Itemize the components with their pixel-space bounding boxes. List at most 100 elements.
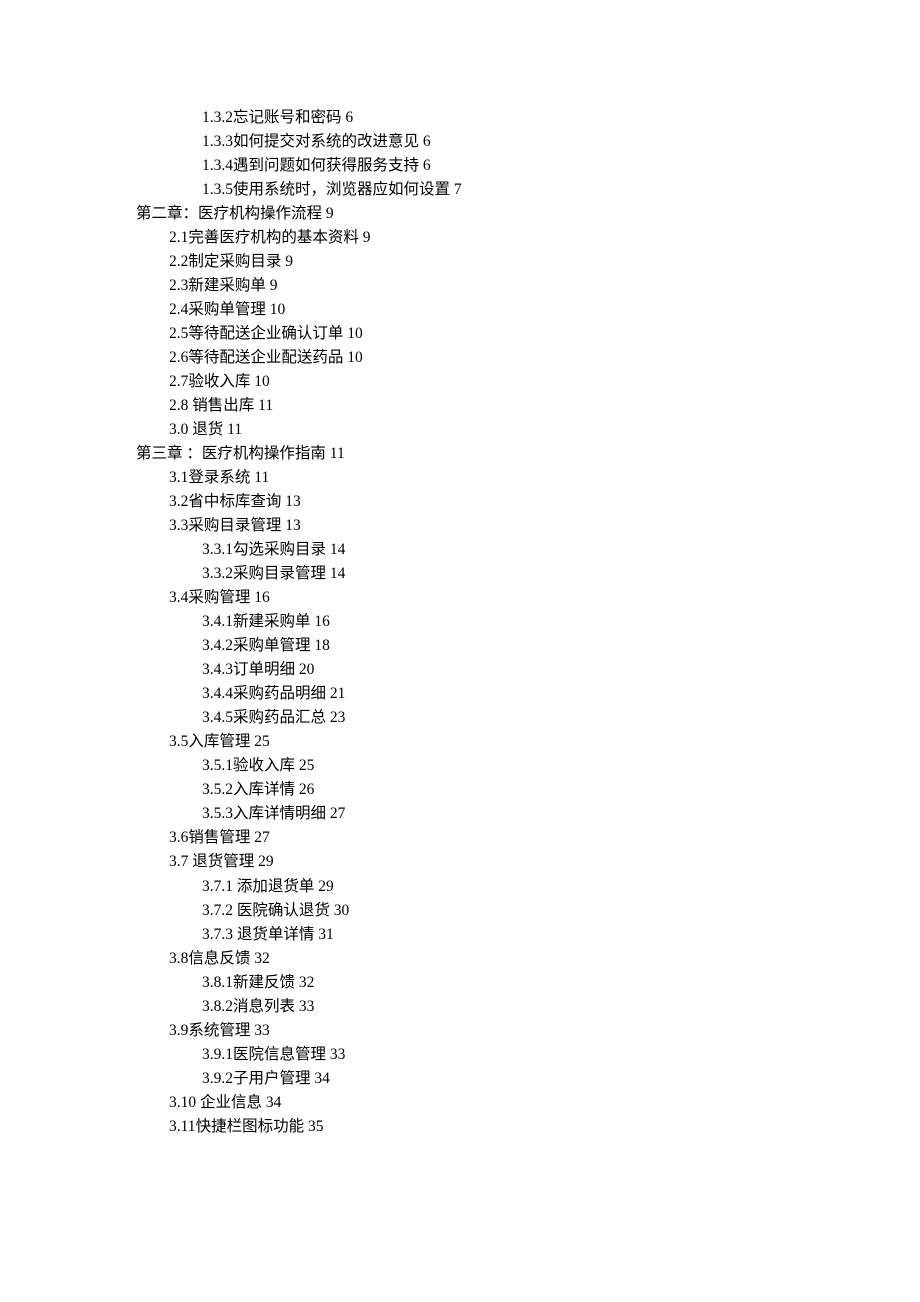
- toc-entry-number: 3.4: [169, 589, 188, 606]
- toc-entry-number: 2.3: [169, 277, 188, 294]
- toc-entry-title: 退货管理: [192, 853, 254, 870]
- toc-entry-title: 入库管理: [188, 733, 250, 750]
- toc-entry-number: 2.8: [169, 397, 192, 414]
- toc-entry-number: 2.7: [169, 373, 188, 390]
- toc-entry: 3.7.1 添加退货单 29: [136, 875, 796, 899]
- toc-entry-number: 2.1: [169, 229, 188, 246]
- toc-entry-number: 3.5.1: [202, 757, 233, 774]
- toc-entry: 3.9系统管理 33: [136, 1019, 796, 1043]
- toc-entry: 3.7.2 医院确认退货 30: [136, 899, 796, 923]
- toc-entry-page: 18: [314, 637, 330, 654]
- toc-entry: 1.3.5使用系统时，浏览器应如何设置 7: [136, 178, 796, 202]
- toc-entry-title: 入库详情明细: [233, 805, 326, 822]
- toc-entry-page: 27: [330, 805, 346, 822]
- toc-entry-number: 2.2: [169, 253, 188, 270]
- toc-entry-title: 等待配送企业确认订单: [188, 325, 343, 342]
- toc-entry-number: 3.1: [169, 469, 188, 486]
- toc-entry: 2.4采购单管理 10: [136, 298, 796, 322]
- toc-entry-page: 6: [423, 157, 431, 174]
- toc-entry-number: 3.3.1: [202, 541, 233, 558]
- toc-entry-number: 3.11: [169, 1118, 196, 1135]
- toc-entry-page: 10: [270, 301, 286, 318]
- toc-entry-page: 14: [330, 565, 346, 582]
- toc-entry: 2.8 销售出库 11: [136, 394, 796, 418]
- toc-entry: 1.3.4遇到问题如何获得服务支持 6: [136, 154, 796, 178]
- toc-entry-page: 10: [254, 373, 270, 390]
- toc-entry: 2.7验收入库 10: [136, 370, 796, 394]
- toc-entry: 3.4.5采购药品汇总 23: [136, 706, 796, 730]
- toc-entry: 3.4采购管理 16: [136, 586, 796, 610]
- toc-entry-page: 25: [254, 733, 270, 750]
- toc-entry-page: 27: [254, 829, 270, 846]
- toc-entry-title: 省中标库查询: [188, 493, 281, 510]
- toc-entry-title: 销售出库: [192, 397, 254, 414]
- toc-entry-page: 33: [299, 998, 315, 1015]
- toc-entry: 3.0 退货 11: [136, 418, 796, 442]
- toc-entry-page: 7: [454, 181, 462, 198]
- toc-entry-number: 3.8.1: [202, 974, 233, 991]
- toc-entry-page: 20: [299, 661, 315, 678]
- toc-entry-title: 信息反馈: [188, 950, 250, 967]
- toc-entry-number: 3.9.2: [202, 1070, 233, 1087]
- toc-entry-title: 销售管理: [188, 829, 250, 846]
- toc-entry-page: 21: [330, 685, 346, 702]
- toc-entry-number: 3.0: [169, 421, 192, 438]
- toc-entry-title: 系统管理: [188, 1022, 250, 1039]
- toc-entry-number: 3.7.1: [202, 878, 237, 895]
- toc-entry-number: 2.4: [169, 301, 188, 318]
- toc-entry-number: 3.3: [169, 517, 188, 534]
- toc-entry-title: 订单明细: [233, 661, 295, 678]
- toc-entry-number: 1.3.5: [202, 181, 233, 198]
- toc-entry-number: 2.5: [169, 325, 188, 342]
- toc-entry: 3.3.2采购目录管理 14: [136, 562, 796, 586]
- toc-entry: 3.11快捷栏图标功能 35: [136, 1115, 796, 1139]
- toc-entry-number: 3.9.1: [202, 1046, 233, 1063]
- toc-entry: 3.4.1新建采购单 16: [136, 610, 796, 634]
- toc-entry-page: 10: [347, 325, 363, 342]
- toc-entry: 1.3.2忘记账号和密码 6: [136, 106, 796, 130]
- toc-entry-title: 采购目录管理: [188, 517, 281, 534]
- toc-entry-number: 3.4.5: [202, 709, 233, 726]
- toc-entry-number: 3.5.3: [202, 805, 233, 822]
- toc-entry-page: 25: [299, 757, 315, 774]
- toc-entry-title: 采购单管理: [233, 637, 311, 654]
- toc-entry-page: 33: [330, 1046, 346, 1063]
- toc-entry: 3.3采购目录管理 13: [136, 514, 796, 538]
- toc-entry-page: 9: [285, 253, 293, 270]
- table-of-contents: 1.3.2忘记账号和密码 61.3.3如何提交对系统的改进意见 61.3.4遇到…: [136, 106, 796, 1139]
- toc-entry-page: 11: [227, 421, 242, 438]
- toc-entry: 3.8.2消息列表 33: [136, 995, 796, 1019]
- toc-entry-title: 验收入库: [233, 757, 295, 774]
- toc-entry-number: 3.7.3: [202, 926, 237, 943]
- toc-entry-page: 9: [326, 205, 334, 222]
- toc-entry-page: 34: [266, 1094, 282, 1111]
- toc-entry: 3.5.1验收入库 25: [136, 754, 796, 778]
- document-page: 1.3.2忘记账号和密码 61.3.3如何提交对系统的改进意见 61.3.4遇到…: [0, 0, 920, 1302]
- toc-entry-title: 消息列表: [233, 998, 295, 1015]
- toc-entry-title: 采购药品明细: [233, 685, 326, 702]
- toc-entry-title: 添加退货单: [237, 878, 315, 895]
- toc-entry-title: 忘记账号和密码: [233, 109, 342, 126]
- toc-entry-number: 3.4.2: [202, 637, 233, 654]
- toc-entry-page: 6: [345, 109, 353, 126]
- toc-entry-page: 32: [254, 950, 270, 967]
- toc-entry-number: 3.4.1: [202, 613, 233, 630]
- toc-entry-title: 新建采购单: [233, 613, 311, 630]
- toc-entry-page: 30: [334, 902, 350, 919]
- toc-entry: 3.8信息反馈 32: [136, 947, 796, 971]
- toc-entry-page: 31: [318, 926, 334, 943]
- toc-entry: 3.9.1医院信息管理 33: [136, 1043, 796, 1067]
- toc-entry-title: 等待配送企业配送药品: [188, 349, 343, 366]
- toc-entry-number: 2.6: [169, 349, 188, 366]
- toc-entry-page: 9: [363, 229, 371, 246]
- toc-entry: 3.4.4采购药品明细 21: [136, 682, 796, 706]
- toc-entry-title: 完善医疗机构的基本资料: [188, 229, 359, 246]
- toc-entry-title: 遇到问题如何获得服务支持: [233, 157, 419, 174]
- toc-entry-title: 企业信息: [200, 1094, 262, 1111]
- toc-entry: 3.3.1勾选采购目录 14: [136, 538, 796, 562]
- toc-entry: 3.8.1新建反馈 32: [136, 971, 796, 995]
- toc-entry-number: 3.8.2: [202, 998, 233, 1015]
- toc-entry-title: 子用户管理: [233, 1070, 311, 1087]
- toc-entry-number: 3.4.3: [202, 661, 233, 678]
- toc-entry-title: 快捷栏图标功能: [196, 1118, 305, 1135]
